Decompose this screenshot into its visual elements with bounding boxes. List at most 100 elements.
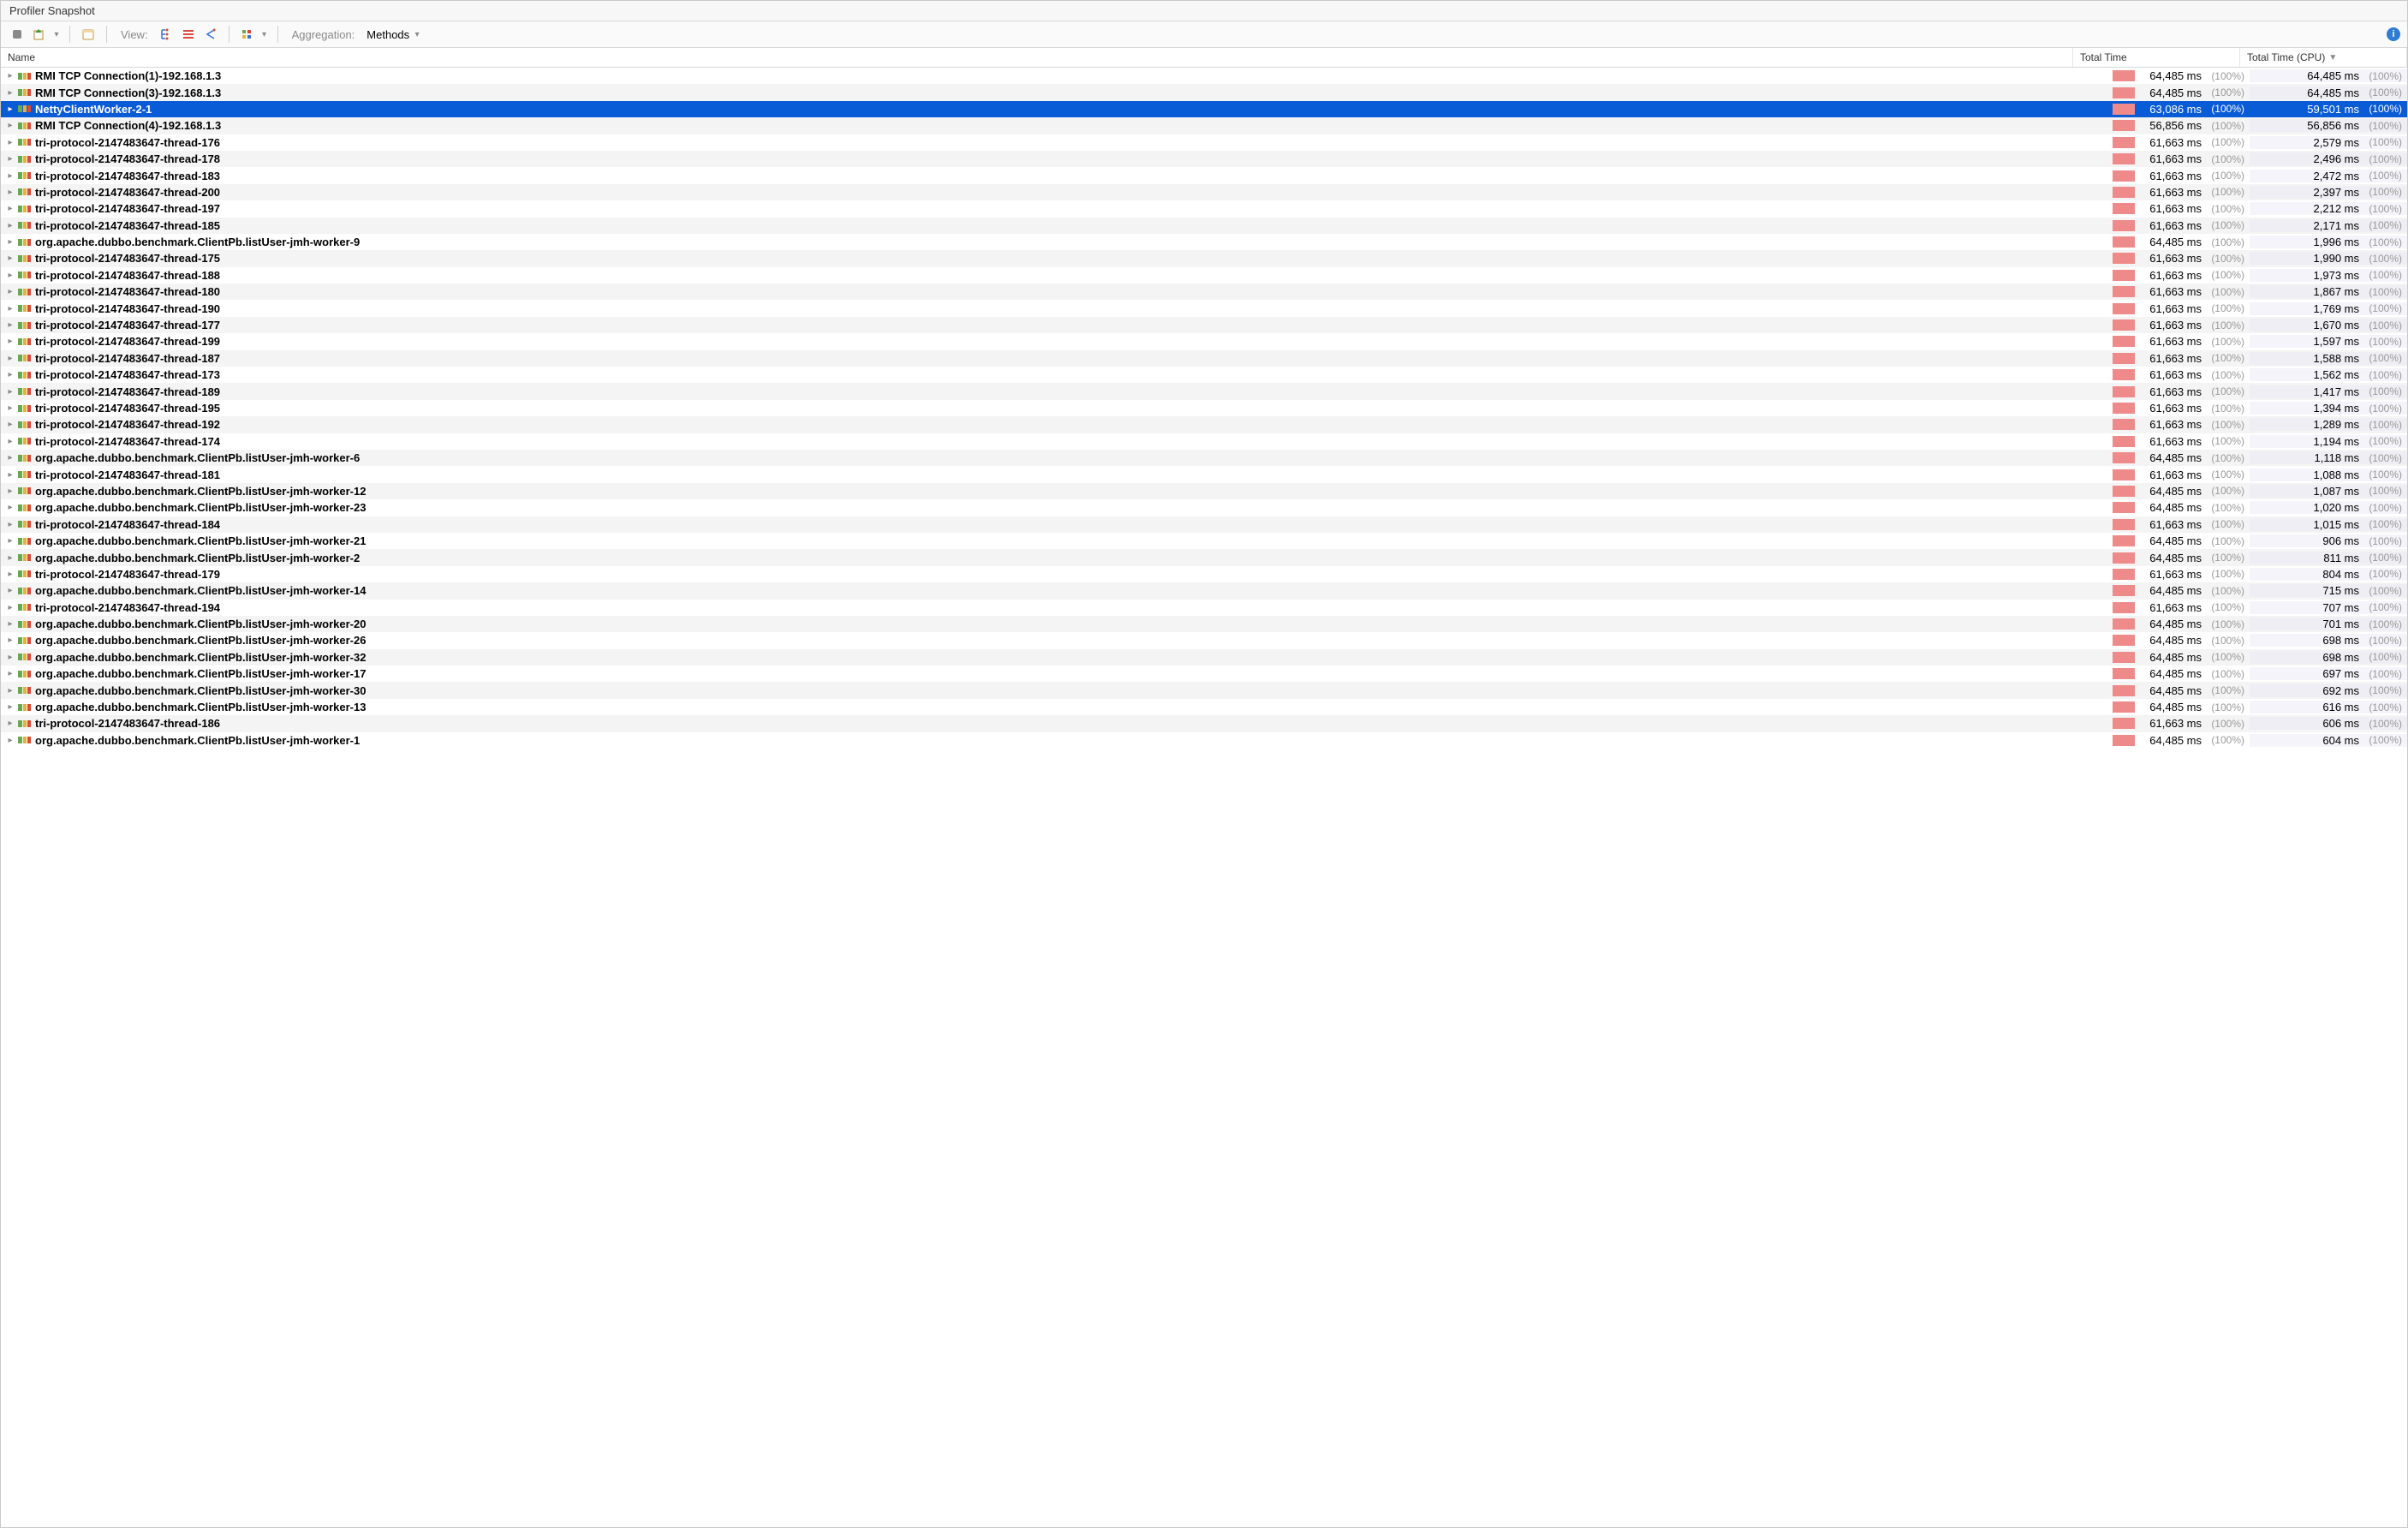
table-row[interactable]: ▸tri-protocol-2147483647-thread-20061,66… (1, 184, 2407, 200)
table-row[interactable]: ▸org.apache.dubbo.benchmark.ClientPb.lis… (1, 699, 2407, 715)
table-row[interactable]: ▸org.apache.dubbo.benchmark.ClientPb.lis… (1, 533, 2407, 549)
expand-caret-icon[interactable]: ▸ (6, 686, 15, 695)
table-row[interactable]: ▸tri-protocol-2147483647-thread-18961,66… (1, 383, 2407, 399)
filter-dropdown-caret-icon[interactable]: ▾ (260, 30, 269, 39)
table-row[interactable]: ▸RMI TCP Connection(3)-192.168.1.364,485… (1, 84, 2407, 100)
expand-caret-icon[interactable]: ▸ (6, 204, 15, 213)
table-row[interactable]: ▸tri-protocol-2147483647-thread-19461,66… (1, 600, 2407, 616)
expand-caret-icon[interactable]: ▸ (6, 702, 15, 712)
expand-caret-icon[interactable]: ▸ (6, 719, 15, 728)
export-button[interactable] (30, 25, 49, 44)
expand-caret-icon[interactable]: ▸ (6, 221, 15, 230)
table-row[interactable]: ▸tri-protocol-2147483647-thread-18761,66… (1, 350, 2407, 367)
expand-caret-icon[interactable]: ▸ (6, 636, 15, 645)
expand-caret-icon[interactable]: ▸ (6, 403, 15, 413)
expand-caret-icon[interactable]: ▸ (6, 553, 15, 563)
expand-caret-icon[interactable]: ▸ (6, 271, 15, 280)
table-row[interactable]: ▸org.apache.dubbo.benchmark.ClientPb.lis… (1, 666, 2407, 682)
stop-button[interactable] (8, 25, 27, 44)
table-row[interactable]: ▸org.apache.dubbo.benchmark.ClientPb.lis… (1, 582, 2407, 599)
view-flat-button[interactable] (179, 25, 198, 44)
expand-caret-icon[interactable]: ▸ (6, 354, 15, 363)
table-row[interactable]: ▸tri-protocol-2147483647-thread-19761,66… (1, 200, 2407, 217)
column-header-total-time-cpu[interactable]: Total Time (CPU) ▼ (2240, 48, 2407, 67)
view-calltree-button[interactable] (157, 25, 176, 44)
expand-caret-icon[interactable]: ▸ (6, 121, 15, 130)
table-row[interactable]: ▸org.apache.dubbo.benchmark.ClientPb.lis… (1, 682, 2407, 698)
info-icon[interactable]: i (2387, 27, 2400, 41)
table-row[interactable]: ▸org.apache.dubbo.benchmark.ClientPb.lis… (1, 450, 2407, 466)
column-header-name[interactable]: Name (1, 48, 2073, 67)
table-row[interactable]: ▸tri-protocol-2147483647-thread-19261,66… (1, 416, 2407, 433)
expand-caret-icon[interactable]: ▸ (6, 171, 15, 181)
table-row[interactable]: ▸org.apache.dubbo.benchmark.ClientPb.lis… (1, 732, 2407, 749)
thread-name: tri-protocol-2147483647-thread-187 (35, 352, 220, 365)
expand-caret-icon[interactable]: ▸ (6, 104, 15, 114)
table-row[interactable]: ▸tri-protocol-2147483647-thread-18661,66… (1, 715, 2407, 731)
expand-caret-icon[interactable]: ▸ (6, 520, 15, 529)
table-body[interactable]: ▸RMI TCP Connection(1)-192.168.1.364,485… (1, 68, 2407, 1527)
expand-caret-icon[interactable]: ▸ (6, 437, 15, 446)
table-row[interactable]: ▸tri-protocol-2147483647-thread-18061,66… (1, 284, 2407, 300)
expand-caret-icon[interactable]: ▸ (6, 337, 15, 346)
aggregation-dropdown[interactable]: Methods ▾ (363, 27, 425, 43)
expand-caret-icon[interactable]: ▸ (6, 304, 15, 313)
expand-caret-icon[interactable]: ▸ (6, 486, 15, 496)
expand-caret-icon[interactable]: ▸ (6, 619, 15, 629)
expand-caret-icon[interactable]: ▸ (6, 138, 15, 147)
table-row[interactable]: ▸org.apache.dubbo.benchmark.ClientPb.lis… (1, 499, 2407, 516)
expand-caret-icon[interactable]: ▸ (6, 370, 15, 379)
expand-caret-icon[interactable]: ▸ (6, 71, 15, 81)
expand-caret-icon[interactable]: ▸ (6, 669, 15, 678)
expand-caret-icon[interactable]: ▸ (6, 154, 15, 164)
table-row[interactable]: ▸RMI TCP Connection(1)-192.168.1.364,485… (1, 68, 2407, 84)
table-row[interactable]: ▸org.apache.dubbo.benchmark.ClientPb.lis… (1, 632, 2407, 648)
table-row[interactable]: ▸tri-protocol-2147483647-thread-18161,66… (1, 466, 2407, 482)
table-row[interactable]: ▸tri-protocol-2147483647-thread-19561,66… (1, 400, 2407, 416)
export-dropdown-caret-icon[interactable]: ▾ (52, 30, 61, 39)
table-row[interactable]: ▸tri-protocol-2147483647-thread-18561,66… (1, 218, 2407, 234)
expand-caret-icon[interactable]: ▸ (6, 387, 15, 397)
table-row[interactable]: ▸tri-protocol-2147483647-thread-18461,66… (1, 516, 2407, 533)
expand-caret-icon[interactable]: ▸ (6, 254, 15, 263)
table-row[interactable]: ▸tri-protocol-2147483647-thread-17761,66… (1, 317, 2407, 333)
expand-caret-icon[interactable]: ▸ (6, 287, 15, 296)
expand-caret-icon[interactable]: ▸ (6, 536, 15, 546)
table-row[interactable]: ▸tri-protocol-2147483647-thread-18861,66… (1, 267, 2407, 284)
table-row[interactable]: ▸RMI TCP Connection(4)-192.168.1.356,856… (1, 117, 2407, 134)
view-backtrace-button[interactable] (201, 25, 220, 44)
expand-caret-icon[interactable]: ▸ (6, 470, 15, 480)
expand-caret-icon[interactable]: ▸ (6, 88, 15, 98)
total-time-value: 61,663 ms (2140, 170, 2202, 182)
table-row[interactable]: ▸tri-protocol-2147483647-thread-17961,66… (1, 566, 2407, 582)
expand-caret-icon[interactable]: ▸ (6, 503, 15, 512)
table-row[interactable]: ▸tri-protocol-2147483647-thread-17461,66… (1, 433, 2407, 450)
expand-caret-icon[interactable]: ▸ (6, 653, 15, 662)
table-row[interactable]: ▸tri-protocol-2147483647-thread-19061,66… (1, 300, 2407, 316)
table-row[interactable]: ▸org.apache.dubbo.benchmark.ClientPb.lis… (1, 649, 2407, 666)
table-row[interactable]: ▸NettyClientWorker-2-163,086 ms(100%)59,… (1, 101, 2407, 117)
table-row[interactable]: ▸org.apache.dubbo.benchmark.ClientPb.lis… (1, 234, 2407, 250)
expand-caret-icon[interactable]: ▸ (6, 188, 15, 197)
expand-caret-icon[interactable]: ▸ (6, 320, 15, 330)
table-row[interactable]: ▸tri-protocol-2147483647-thread-17861,66… (1, 151, 2407, 167)
table-row[interactable]: ▸org.apache.dubbo.benchmark.ClientPb.lis… (1, 616, 2407, 632)
expand-caret-icon[interactable]: ▸ (6, 420, 15, 429)
column-header-total-time[interactable]: Total Time (2073, 48, 2240, 67)
table-row[interactable]: ▸org.apache.dubbo.benchmark.ClientPb.lis… (1, 549, 2407, 565)
filter-button[interactable] (238, 25, 257, 44)
expand-caret-icon[interactable]: ▸ (6, 570, 15, 579)
table-row[interactable]: ▸tri-protocol-2147483647-thread-19961,66… (1, 333, 2407, 349)
table-row[interactable]: ▸tri-protocol-2147483647-thread-17661,66… (1, 134, 2407, 151)
expand-caret-icon[interactable]: ▸ (6, 586, 15, 595)
expand-caret-icon[interactable]: ▸ (6, 603, 15, 612)
open-snapshot-button[interactable] (79, 25, 98, 44)
cpu-time-value: 707 ms (2298, 601, 2359, 614)
expand-caret-icon[interactable]: ▸ (6, 237, 15, 247)
expand-caret-icon[interactable]: ▸ (6, 453, 15, 463)
table-row[interactable]: ▸tri-protocol-2147483647-thread-17561,66… (1, 250, 2407, 266)
expand-caret-icon[interactable]: ▸ (6, 736, 15, 745)
table-row[interactable]: ▸tri-protocol-2147483647-thread-17361,66… (1, 367, 2407, 383)
table-row[interactable]: ▸tri-protocol-2147483647-thread-18361,66… (1, 167, 2407, 183)
table-row[interactable]: ▸org.apache.dubbo.benchmark.ClientPb.lis… (1, 483, 2407, 499)
